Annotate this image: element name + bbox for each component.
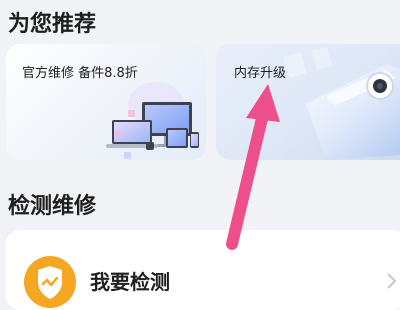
memory-upgrade-label: 内存升级 <box>234 66 287 81</box>
chevron-right-icon <box>387 273 397 289</box>
official-repair-card[interactable]: 官方维修 备件8.8折 <box>6 44 206 160</box>
repair-section-title: 检测维修 <box>8 194 97 219</box>
shield-check-icon <box>24 256 76 308</box>
recommend-section-title: 为您推荐 <box>8 12 97 37</box>
detect-label: 我要检测 <box>90 270 170 294</box>
list-item-detect[interactable]: 我要检测 <box>6 230 400 310</box>
official-repair-label: 官方维修 备件8.8折 <box>22 66 138 81</box>
memory-upgrade-card[interactable]: 内存升级 <box>216 44 400 160</box>
repair-list-card: 我要检测 <box>6 230 400 310</box>
